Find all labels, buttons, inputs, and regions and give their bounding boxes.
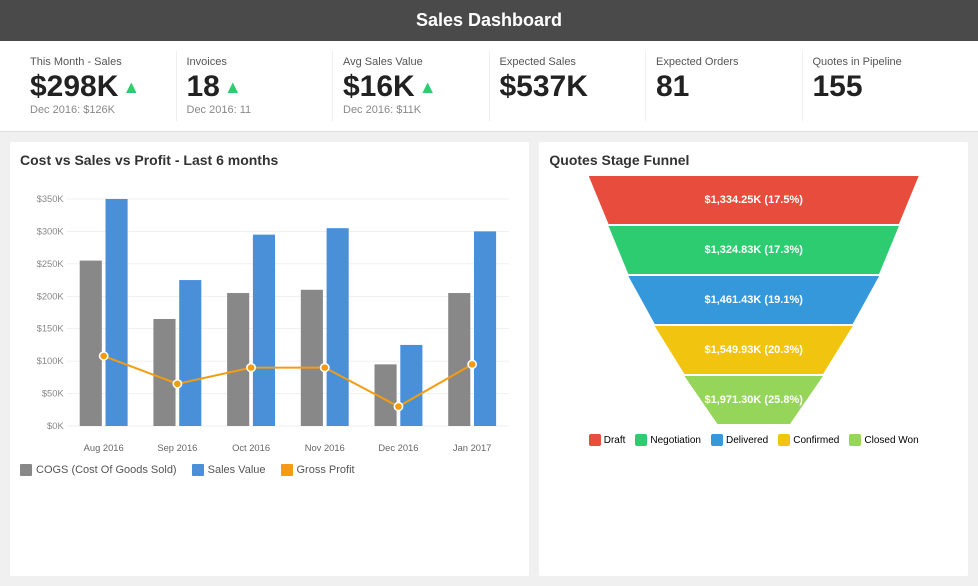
kpi-value-0: $298K▲ — [30, 70, 166, 104]
chart-legend-item-1: Sales Value — [192, 464, 266, 476]
kpi-arrow-0: ▲ — [122, 77, 140, 98]
funnel-legend-item-3: Confirmed — [778, 434, 839, 446]
kpi-label-4: Expected Orders — [656, 56, 792, 68]
funnel-legend-label-3: Confirmed — [793, 435, 839, 446]
bar-chart-svg: $0K $50K $100K $150K $200K $250K $300K $350K Aug… — [20, 176, 519, 456]
funnel-legend-item-0: Draft — [589, 434, 626, 446]
svg-text:Dec 2016: Dec 2016 — [378, 443, 418, 453]
kpi-sub-1: Dec 2016: 11 — [187, 104, 323, 116]
kpi-row: This Month - Sales $298K▲Dec 2016: $126K I… — [0, 41, 978, 132]
kpi-item-2: Avg Sales Value $16K▲Dec 2016: $11K — [333, 51, 490, 121]
funnel-container: $1,334.25K (17.5%) $1,324.83K (17.3%) $1,4… — [549, 176, 958, 424]
kpi-item-0: This Month - Sales $298K▲Dec 2016: $126K — [20, 51, 177, 121]
kpi-value-2: $16K▲ — [343, 70, 479, 104]
funnel-legend-label-2: Delivered — [726, 435, 768, 446]
kpi-item-5: Quotes in Pipeline 155 — [803, 51, 959, 121]
funnel-slice-4: $1,971.30K (25.8%) — [589, 376, 919, 424]
svg-text:$300K: $300K — [37, 227, 65, 237]
svg-text:Aug 2016: Aug 2016 — [84, 443, 124, 453]
funnel-slice-label-4: $1,971.30K (25.8%) — [704, 394, 802, 406]
kpi-value-3: $537K — [500, 70, 636, 104]
chart-legend-item-0: COGS (Cost Of Goods Sold) — [20, 464, 177, 476]
kpi-label-2: Avg Sales Value — [343, 56, 479, 68]
funnel-legend-item-2: Delivered — [711, 434, 768, 446]
svg-text:Jan 2017: Jan 2017 — [453, 443, 491, 453]
svg-text:$100K: $100K — [37, 356, 65, 366]
header: Sales Dashboard — [0, 0, 978, 41]
dashboard-title: Sales Dashboard — [416, 10, 562, 30]
kpi-item-4: Expected Orders 81 — [646, 51, 803, 121]
chart-legend-box-0 — [20, 464, 32, 476]
svg-text:$200K: $200K — [37, 291, 65, 301]
funnel-slice-label-3: $1,549.93K (20.3%) — [704, 344, 802, 356]
svg-text:Oct 2016: Oct 2016 — [232, 443, 270, 453]
funnel-legend-item-1: Negotiation — [635, 434, 701, 446]
chart-legend-label-1: Sales Value — [208, 464, 266, 476]
funnel-slice-3: $1,549.93K (20.3%) — [589, 326, 919, 374]
funnel-legend-dot-3 — [778, 434, 790, 446]
kpi-label-0: This Month - Sales — [30, 56, 166, 68]
svg-text:$250K: $250K — [37, 259, 65, 269]
svg-text:$50K: $50K — [42, 389, 65, 399]
funnel-slice-label-2: $1,461.43K (19.1%) — [704, 294, 802, 306]
funnel-legend-label-0: Draft — [604, 435, 626, 446]
bar-chart-section: Cost vs Sales vs Profit - Last 6 months … — [10, 142, 529, 576]
svg-text:Sep 2016: Sep 2016 — [157, 443, 197, 453]
funnel-section: Quotes Stage Funnel $1,334.25K (17.5%)$1… — [539, 142, 968, 576]
main-content: Cost vs Sales vs Profit - Last 6 months … — [0, 132, 978, 586]
kpi-value-5: 155 — [813, 70, 949, 104]
funnel-title: Quotes Stage Funnel — [549, 152, 958, 168]
svg-text:$150K: $150K — [37, 324, 65, 334]
chart-legend-label-0: COGS (Cost Of Goods Sold) — [36, 464, 177, 476]
kpi-label-1: Invoices — [187, 56, 323, 68]
kpi-label-5: Quotes in Pipeline — [813, 56, 949, 68]
funnel-legend-dot-4 — [849, 434, 861, 446]
bar-chart-container: $0K $50K $100K $150K $200K $250K $300K $350K Aug… — [20, 176, 519, 456]
svg-text:$350K: $350K — [37, 194, 65, 204]
kpi-value-4: 81 — [656, 70, 792, 104]
funnel-slice-label-0: $1,334.25K (17.5%) — [704, 194, 802, 206]
svg-text:Nov 2016: Nov 2016 — [305, 443, 345, 453]
kpi-label-3: Expected Sales — [500, 56, 636, 68]
kpi-item-1: Invoices 18▲Dec 2016: 11 — [177, 51, 334, 121]
funnel-legend: Draft Negotiation Delivered Confirmed Closed… — [549, 434, 958, 446]
chart-legend-box-2 — [281, 464, 293, 476]
bar-chart-title: Cost vs Sales vs Profit - Last 6 months — [20, 152, 519, 168]
funnel-legend-dot-2 — [711, 434, 723, 446]
chart-legend: COGS (Cost Of Goods Sold) Sales Value Gros… — [20, 464, 519, 476]
kpi-sub-0: Dec 2016: $126K — [30, 104, 166, 116]
funnel-slice-0: $1,334.25K (17.5%) — [589, 176, 919, 224]
kpi-item-3: Expected Sales $537K — [490, 51, 647, 121]
funnel-legend-label-4: Closed Won — [864, 435, 918, 446]
funnel-legend-label-1: Negotiation — [650, 435, 701, 446]
funnel-slice-2: $1,461.43K (19.1%) — [589, 276, 919, 324]
funnel-slice-1: $1,324.83K (17.3%) — [589, 226, 919, 274]
funnel-legend-dot-1 — [635, 434, 647, 446]
kpi-sub-2: Dec 2016: $11K — [343, 104, 479, 116]
svg-text:$0K: $0K — [47, 421, 65, 431]
chart-legend-item-2: Gross Profit — [281, 464, 355, 476]
chart-legend-label-2: Gross Profit — [297, 464, 355, 476]
chart-legend-box-1 — [192, 464, 204, 476]
kpi-value-1: 18▲ — [187, 70, 323, 104]
funnel-legend-dot-0 — [589, 434, 601, 446]
kpi-arrow-1: ▲ — [224, 77, 242, 98]
kpi-arrow-2: ▲ — [419, 77, 437, 98]
funnel-legend-item-4: Closed Won — [849, 434, 918, 446]
funnel-slice-label-1: $1,324.83K (17.3%) — [704, 244, 802, 256]
